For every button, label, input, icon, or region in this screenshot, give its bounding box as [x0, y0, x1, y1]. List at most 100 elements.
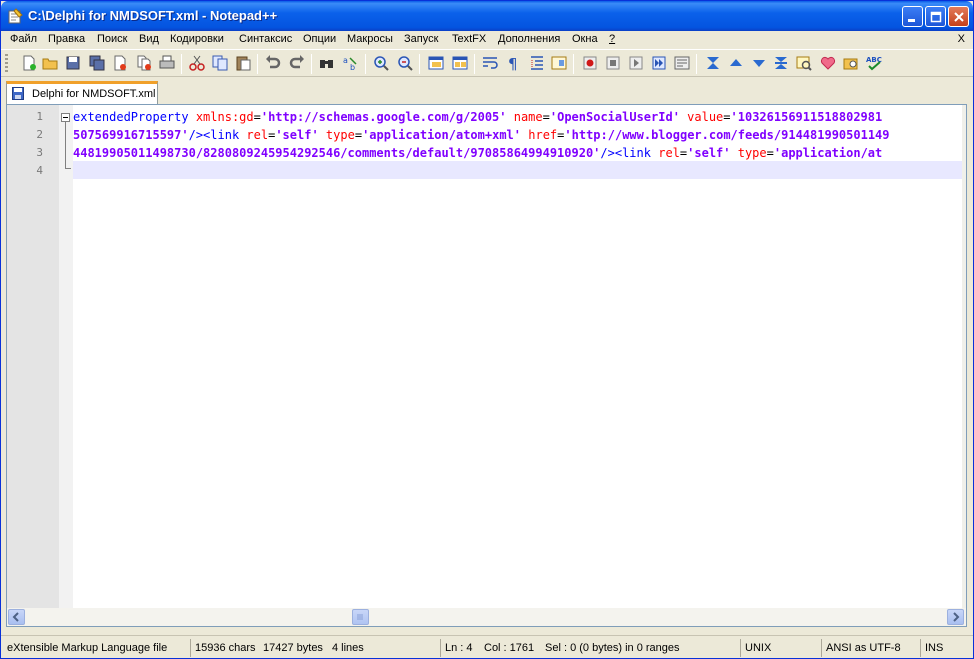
xml-equals-token: = [542, 110, 550, 124]
scroll-left-button[interactable] [8, 609, 25, 625]
menu-textfx[interactable]: TextFX [452, 33, 486, 45]
minimize-button[interactable] [902, 6, 923, 27]
svg-text:b: b [350, 63, 355, 72]
highlight-icon[interactable] [795, 54, 813, 72]
fold-guide-end [65, 168, 71, 169]
menu-window[interactable]: Окна [572, 33, 598, 45]
status-bytes: 17427 bytes [263, 642, 323, 654]
title-bar[interactable]: C:\Delphi for NMDSOFT.xml - Notepad++ [1, 1, 973, 31]
replace-icon[interactable]: ab [342, 54, 360, 72]
notepadpp-app-icon[interactable] [7, 8, 23, 24]
xml-attribute-token: rel [658, 146, 680, 160]
menu-search[interactable]: Поиск [97, 33, 127, 45]
open-file-icon[interactable] [41, 54, 59, 72]
code-line[interactable]: extendedProperty xmlns:gd='http://schema… [73, 108, 882, 126]
play-macro-icon[interactable] [627, 54, 645, 72]
menu-help[interactable]: ? [609, 33, 615, 45]
line-number: 4 [36, 164, 43, 177]
menu-edit[interactable]: Правка [48, 33, 85, 45]
xml-value-token: 'http://schemas.google.com/g/2005' [260, 110, 507, 124]
scroll-right-button[interactable] [947, 609, 964, 625]
menu-plugins[interactable]: Дополнения [498, 33, 560, 45]
close-doc-button[interactable]: X [958, 33, 965, 45]
line-number-margin[interactable]: 1 2 3 4 [7, 105, 59, 608]
find-icon[interactable] [318, 54, 336, 72]
code-line[interactable]: 507569916715597'/><link rel='self' type=… [73, 126, 890, 144]
toolbar-separator [365, 54, 366, 74]
toolbar: ab ¶ ABC [1, 49, 973, 77]
status-line-position: Ln : 4 [440, 639, 473, 657]
minimize-icon [908, 19, 915, 22]
record-macro-icon[interactable] [581, 54, 599, 72]
xml-attribute-token: rel [246, 128, 269, 142]
xml-value-token: 44819905011498730/8280809245954292546/co… [73, 146, 601, 160]
menu-encoding[interactable]: Кодировки [170, 33, 224, 45]
spellcheck-icon[interactable]: ABC [865, 54, 883, 72]
down-icon[interactable] [750, 54, 768, 72]
undo-icon[interactable] [264, 54, 282, 72]
code-area[interactable]: extendedProperty xmlns:gd='http://schema… [73, 105, 963, 608]
plugin-icon[interactable] [842, 54, 860, 72]
menu-settings[interactable]: Опции [303, 33, 336, 45]
print-icon[interactable] [158, 54, 176, 72]
menu-view[interactable]: Вид [139, 33, 159, 45]
close-all-icon[interactable] [135, 54, 153, 72]
status-lines: 4 lines [332, 642, 364, 654]
stop-macro-icon[interactable] [604, 54, 622, 72]
paste-icon[interactable] [234, 54, 252, 72]
xml-value-token: 'application/atom+xml' [362, 128, 522, 142]
show-all-chars-icon[interactable]: ¶ [504, 54, 522, 72]
save-icon[interactable] [64, 54, 82, 72]
toolbar-separator [419, 54, 420, 74]
status-encoding: ANSI as UTF-8 [821, 639, 901, 657]
word-wrap-icon[interactable] [481, 54, 499, 72]
xml-equals-token: = [723, 110, 731, 124]
xml-tag-token: extendedProperty [73, 110, 189, 124]
expand-icon[interactable] [772, 54, 790, 72]
fold-toggle-icon[interactable] [61, 113, 70, 122]
zoom-out-icon[interactable] [396, 54, 414, 72]
fold-margin[interactable] [59, 105, 73, 608]
run-macro-multiple-icon[interactable] [650, 54, 668, 72]
close-icon[interactable] [111, 54, 129, 72]
vertical-scrollbar[interactable] [962, 105, 966, 608]
menu-macro[interactable]: Макросы [347, 33, 393, 45]
indent-guide-icon[interactable] [528, 54, 546, 72]
xml-equals-token: = [354, 128, 363, 142]
copy-icon[interactable] [211, 54, 229, 72]
menu-file[interactable]: Файл [10, 33, 37, 45]
doc-map-icon[interactable] [550, 54, 568, 72]
save-macro-icon[interactable] [673, 54, 691, 72]
sync-h-icon[interactable] [451, 54, 469, 72]
editor-pane[interactable]: 1 2 3 4 extendedProperty xmlns:gd='http:… [6, 104, 967, 627]
svg-text:a: a [343, 56, 348, 65]
zoom-in-icon[interactable] [372, 54, 390, 72]
toolbar-separator [311, 54, 312, 74]
new-file-icon[interactable] [20, 54, 38, 72]
maximize-button[interactable] [925, 6, 946, 27]
menu-run[interactable]: Запуск [404, 33, 438, 45]
collapse-icon[interactable] [704, 54, 722, 72]
status-selection: Sel : 0 (0 bytes) in 0 ranges [545, 642, 680, 654]
menu-syntax[interactable]: Синтаксис [239, 33, 292, 45]
up-icon[interactable] [727, 54, 745, 72]
saved-document-icon [12, 87, 24, 100]
redo-icon[interactable] [288, 54, 306, 72]
scroll-thumb[interactable] [352, 609, 369, 625]
status-chars: 15936 chars [190, 639, 256, 657]
xml-equals-token: = [766, 146, 774, 160]
svg-text:¶: ¶ [508, 55, 518, 72]
toolbar-separator [474, 54, 475, 74]
toolbar-grip[interactable] [5, 54, 8, 74]
code-line[interactable]: 44819905011498730/8280809245954292546/co… [73, 144, 882, 162]
sync-v-icon[interactable] [427, 54, 445, 72]
close-window-button[interactable] [948, 6, 969, 27]
toolbar-separator [696, 54, 697, 74]
xml-value-token: 'OpenSocialUserId' [549, 110, 680, 124]
heart-icon[interactable] [819, 54, 837, 72]
tab-delphi-for-nmdsoft[interactable]: Delphi for NMDSOFT.xml [6, 81, 158, 104]
cut-icon[interactable] [188, 54, 206, 72]
horizontal-scrollbar[interactable] [7, 608, 966, 626]
save-all-icon[interactable] [88, 54, 106, 72]
